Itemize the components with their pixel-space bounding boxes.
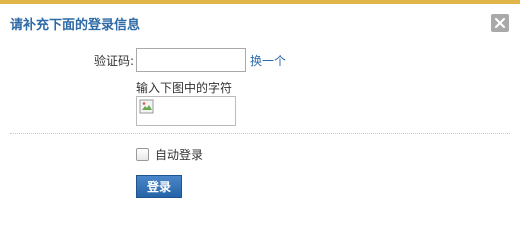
auto-login-checkbox[interactable] — [136, 148, 149, 161]
divider — [10, 133, 510, 134]
auto-login-option[interactable]: 自动登录 — [136, 146, 203, 163]
captcha-label: 验证码: — [93, 54, 134, 68]
change-captcha-link[interactable]: 换一个 — [250, 52, 286, 69]
top-strip — [0, 0, 520, 4]
login-button[interactable]: 登录 — [136, 175, 182, 198]
close-icon — [495, 18, 505, 28]
auto-login-label: 自动登录 — [155, 148, 204, 162]
captcha-input[interactable] — [136, 48, 246, 72]
dialog-title: 请补充下面的登录信息 — [10, 18, 141, 33]
captcha-image[interactable] — [136, 96, 236, 126]
close-button[interactable] — [491, 14, 509, 32]
captcha-hint: 输入下图中的字符 — [136, 81, 233, 95]
broken-image-icon — [139, 99, 154, 114]
